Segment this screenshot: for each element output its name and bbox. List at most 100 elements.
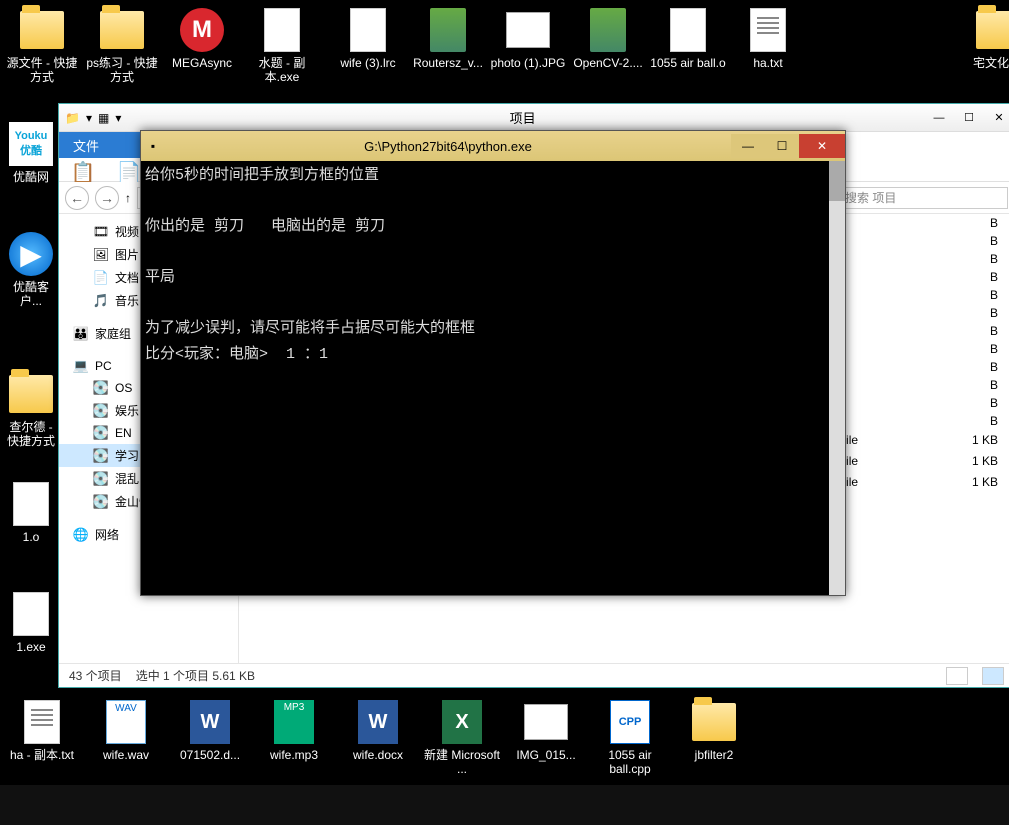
desktop-icon[interactable]: Wwife.docx <box>340 698 416 762</box>
txt-icon <box>18 698 66 746</box>
maximize-button[interactable]: ☐ <box>765 134 799 158</box>
properties-icon[interactable]: ▦ <box>98 111 109 125</box>
tree-label: 娱乐 <box>115 402 139 419</box>
maximize-button[interactable]: ☐ <box>954 107 984 129</box>
desktop-icon[interactable]: 1.exe <box>4 590 58 654</box>
file-icon <box>664 6 712 54</box>
player-icon: ▶ <box>7 230 55 278</box>
desktop-icon[interactable]: ha.txt <box>730 6 806 70</box>
icon-label: 1.o <box>4 530 58 544</box>
desktop-icon[interactable]: ps练习 - 快捷方式 <box>84 6 160 85</box>
close-button[interactable]: ✕ <box>984 107 1009 129</box>
file-size: B <box>938 216 1008 230</box>
desktop-icon[interactable]: wife (3).lrc <box>330 6 406 70</box>
scrollbar[interactable] <box>829 161 845 595</box>
desktop-icon[interactable]: X新建 Microsoft ... <box>424 698 500 777</box>
console-icon: ▪ <box>141 139 165 153</box>
desktop-icon[interactable]: Routersz_v... <box>410 6 486 70</box>
file-size: B <box>938 288 1008 302</box>
desktop-icon[interactable]: 1.o <box>4 480 58 544</box>
console-titlebar[interactable]: ▪ G:\Python27bit64\python.exe — ☐ ✕ <box>141 131 845 161</box>
copy-icon: 📋 <box>69 160 97 184</box>
console-window[interactable]: ▪ G:\Python27bit64\python.exe — ☐ ✕ 给你5秒… <box>140 130 846 596</box>
desktop-icon[interactable]: Youku优酷优酷网 <box>4 120 58 184</box>
desktop-icon[interactable]: CPP1055 air ball.cpp <box>592 698 668 777</box>
icon-label: 071502.d... <box>172 748 248 762</box>
exe-icon <box>7 590 55 638</box>
file-tab[interactable]: 文件 <box>59 132 147 158</box>
word-icon: W <box>354 698 402 746</box>
desktop-icon[interactable]: 1055 air ball.o <box>650 6 726 70</box>
rar-icon <box>424 6 472 54</box>
icon-label: ha - 副本.txt <box>4 748 80 762</box>
icon-label: 查尔德 - 快捷方式 <box>4 420 58 449</box>
minimize-button[interactable]: — <box>924 107 954 129</box>
desktop-icon[interactable]: jbfilter2 <box>676 698 752 762</box>
back-button[interactable]: ← <box>65 186 89 210</box>
icon-label: 新建 Microsoft ... <box>424 748 500 777</box>
desktop-icon[interactable]: 水题 - 副本.exe <box>244 6 320 85</box>
view-details-button[interactable] <box>946 667 968 685</box>
desktop-icon[interactable]: ha - 副本.txt <box>4 698 80 762</box>
mega-icon: M <box>178 6 226 54</box>
file-size: B <box>938 414 1008 428</box>
desktop-icon[interactable]: photo (1).JPG <box>490 6 566 70</box>
icon-label: 宅文化-... <box>960 56 1009 70</box>
exe-icon <box>258 6 306 54</box>
icon-label: OpenCV-2.... <box>570 56 646 70</box>
rar-icon <box>584 6 632 54</box>
icon-label: IMG_015... <box>508 748 584 762</box>
folder-icon <box>18 6 66 54</box>
icon-label: 水题 - 副本.exe <box>244 56 320 85</box>
desktop-icon[interactable]: 源文件 - 快捷方式 <box>4 6 80 85</box>
file-size: B <box>938 396 1008 410</box>
desktop-icon[interactable]: OpenCV-2.... <box>570 6 646 70</box>
desktop-icon[interactable]: MP3 wife.mp3 <box>256 698 332 762</box>
view-icons-button[interactable] <box>982 667 1004 685</box>
word-icon: W <box>186 698 234 746</box>
desktop-icon[interactable]: W 071502.d... <box>172 698 248 762</box>
desktop-icon[interactable]: WAVwife.wav <box>88 698 164 762</box>
desktop-icon[interactable]: 查尔德 - 快捷方式 <box>4 370 58 449</box>
folder-icon <box>690 698 738 746</box>
tree-icon: 💽 <box>93 494 109 510</box>
file-size: 1 KB <box>938 475 1008 489</box>
desktop-icon[interactable]: IMG_015... <box>508 698 584 762</box>
icon-label: MEGAsync <box>164 56 240 70</box>
icon-label: 优酷客户... <box>4 280 58 309</box>
icon-label: wife.mp3 <box>256 748 332 762</box>
desktop-icon[interactable]: 宅文化-... <box>960 6 1009 70</box>
taskbar[interactable] <box>0 785 1009 825</box>
file-size: B <box>938 378 1008 392</box>
close-button[interactable]: ✕ <box>799 134 845 158</box>
scrollbar-thumb[interactable] <box>829 161 845 201</box>
up-button[interactable]: ↑ <box>125 191 131 205</box>
desktop-icon[interactable]: M MEGAsync <box>164 6 240 70</box>
icon-label: ps练习 - 快捷方式 <box>84 56 160 85</box>
dropdown-icon[interactable]: ▾ <box>86 111 92 125</box>
minimize-button[interactable]: — <box>731 134 765 158</box>
tree-icon: 🎵 <box>93 293 109 309</box>
paste-icon: 📄 <box>115 160 143 184</box>
img-icon <box>504 6 552 54</box>
tree-label: OS <box>115 381 132 395</box>
tree-label: 视频 <box>115 223 139 240</box>
icon-label: ha.txt <box>730 56 806 70</box>
desktop-icon[interactable]: ▶优酷客户... <box>4 230 58 309</box>
tree-label: 学习 <box>115 447 139 464</box>
icon-label: wife (3).lrc <box>330 56 406 70</box>
file-size: B <box>938 270 1008 284</box>
explorer-titlebar[interactable]: 📁 ▾ ▦ ▾ 项目 — ☐ ✕ <box>59 104 1009 132</box>
file-size: B <box>938 360 1008 374</box>
file-size: B <box>938 306 1008 320</box>
file-size: 1 KB <box>938 433 1008 447</box>
mp3-icon: MP3 <box>270 698 318 746</box>
tree-icon: 📄 <box>93 270 109 286</box>
folder-icon <box>98 6 146 54</box>
tree-label: 家庭组 <box>95 325 131 342</box>
icon-label: 1055 air ball.o <box>650 56 726 70</box>
tree-icon: 💽 <box>93 425 109 441</box>
forward-button[interactable]: → <box>95 186 119 210</box>
youku-icon: Youku优酷 <box>7 120 55 168</box>
status-bar: 43 个项目 选中 1 个项目 5.61 KB <box>59 663 1009 687</box>
